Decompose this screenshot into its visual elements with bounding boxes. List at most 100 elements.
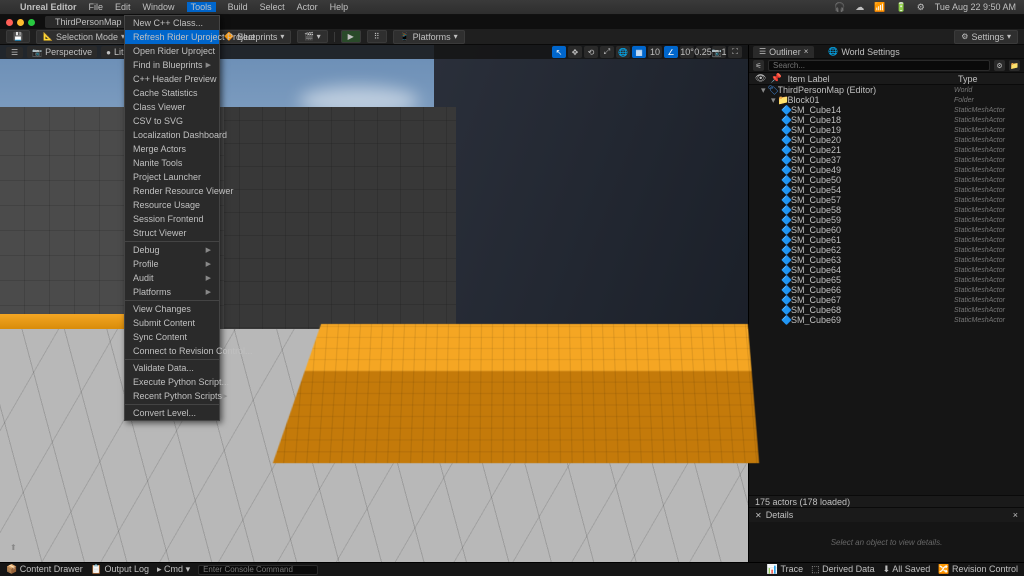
pin-column-icon[interactable]: 📌	[770, 73, 781, 84]
eye-column-icon[interactable]: 👁	[755, 73, 766, 84]
tools-menu-item[interactable]: Nanite Tools	[125, 156, 219, 170]
outliner-row[interactable]: ▾🏷ThirdPersonMap (Editor)World	[749, 85, 1024, 95]
select-tool[interactable]: ↖	[552, 46, 566, 58]
tools-menu-item[interactable]: CSV to SVG	[125, 114, 219, 128]
outliner-row[interactable]: 🔷SM_Cube63StaticMeshActor	[749, 255, 1024, 265]
axis-gizmo[interactable]: ⬆	[10, 543, 17, 552]
outliner-tree[interactable]: ▾🏷ThirdPersonMap (Editor)World▾📁Block01F…	[749, 85, 1024, 495]
coord-space-toggle[interactable]: 🌐	[616, 46, 630, 58]
outliner-row[interactable]: 🔷SM_Cube67StaticMeshActor	[749, 295, 1024, 305]
world-settings-tab[interactable]: 🌐 World Settings	[822, 46, 905, 58]
tools-menu-item[interactable]: View Changes	[125, 302, 219, 316]
tools-menu-item[interactable]: Debug▶	[125, 243, 219, 257]
tools-menu-item[interactable]: New C++ Class...	[125, 16, 219, 30]
outliner-tab[interactable]: ☰ Outliner ×	[753, 46, 814, 58]
tools-menu-item[interactable]: Profile▶	[125, 257, 219, 271]
outliner-row[interactable]: 🔷SM_Cube65StaticMeshActor	[749, 275, 1024, 285]
column-type[interactable]: Type	[958, 74, 1018, 84]
tools-menu-item[interactable]: Submit Content	[125, 316, 219, 330]
menu-actor[interactable]: Actor	[297, 2, 318, 12]
tools-menu-item[interactable]: Refresh Rider Uproject Project	[125, 30, 219, 44]
outliner-row[interactable]: 🔷SM_Cube21StaticMeshActor	[749, 145, 1024, 155]
tools-menu-item[interactable]: Connect to Revision Control...	[125, 344, 219, 358]
tools-menu-item[interactable]: Resource Usage	[125, 198, 219, 212]
outliner-row[interactable]: 🔷SM_Cube64StaticMeshActor	[749, 265, 1024, 275]
tools-menu-item[interactable]: Execute Python Script...	[125, 375, 219, 389]
clock[interactable]: Tue Aug 22 9:50 AM	[935, 2, 1016, 12]
menu-select[interactable]: Select	[260, 2, 285, 12]
save-status[interactable]: ⬇ All Saved	[883, 564, 931, 575]
tools-menu-item[interactable]: Session Frontend	[125, 212, 219, 226]
column-item-label[interactable]: Item Label	[788, 74, 830, 84]
grid-snap-value[interactable]: 10	[648, 46, 662, 58]
filter-button[interactable]: ⚟	[753, 60, 764, 71]
wifi-icon[interactable]: 📶	[874, 2, 885, 13]
play-button[interactable]: ▶	[341, 30, 361, 43]
output-log-button[interactable]: 📋 Output Log	[91, 564, 149, 575]
outliner-row[interactable]: 🔷SM_Cube54StaticMeshActor	[749, 185, 1024, 195]
maximize-window-button[interactable]	[28, 19, 35, 26]
control-center-icon[interactable]: ⚙	[917, 2, 925, 13]
outliner-row[interactable]: 🔷SM_Cube60StaticMeshActor	[749, 225, 1024, 235]
outliner-row[interactable]: 🔷SM_Cube37StaticMeshActor	[749, 155, 1024, 165]
tools-menu-item[interactable]: Validate Data...	[125, 361, 219, 375]
tools-menu-item[interactable]: Render Resource Viewer	[125, 184, 219, 198]
move-tool[interactable]: ✥	[568, 46, 582, 58]
angle-snap-toggle[interactable]: ∠	[664, 46, 678, 58]
outliner-row[interactable]: 🔷SM_Cube14StaticMeshActor	[749, 105, 1024, 115]
content-drawer-button[interactable]: 📦 Content Drawer	[6, 564, 83, 575]
outliner-row[interactable]: 🔷SM_Cube19StaticMeshActor	[749, 125, 1024, 135]
play-options-button[interactable]: ⠿	[367, 30, 387, 43]
options-button[interactable]: ⚙	[994, 60, 1005, 71]
tools-menu-item[interactable]: C++ Header Preview	[125, 72, 219, 86]
outliner-row[interactable]: 🔷SM_Cube62StaticMeshActor	[749, 245, 1024, 255]
viewport-menu-button[interactable]: ☰	[6, 47, 23, 58]
console-input[interactable]	[198, 565, 318, 575]
cinematics-button[interactable]: 🎬 ▾	[297, 30, 327, 43]
menu-help[interactable]: Help	[330, 2, 349, 12]
save-button[interactable]: 💾	[6, 30, 30, 43]
camera-speed[interactable]: 📷 1	[712, 46, 726, 58]
cmd-dropdown[interactable]: ▸ Cmd ▾	[157, 564, 190, 575]
tools-menu-item[interactable]: Merge Actors	[125, 142, 219, 156]
app-name[interactable]: Unreal Editor	[20, 2, 77, 12]
battery-icon[interactable]: 🔋	[895, 2, 906, 13]
outliner-row[interactable]: 🔷SM_Cube59StaticMeshActor	[749, 215, 1024, 225]
outliner-row[interactable]: 🔷SM_Cube20StaticMeshActor	[749, 135, 1024, 145]
tools-menu-item[interactable]: Find in Blueprints▶	[125, 58, 219, 72]
tools-menu-item[interactable]: Open Rider Uproject	[125, 44, 219, 58]
outliner-row[interactable]: 🔷SM_Cube50StaticMeshActor	[749, 175, 1024, 185]
outliner-row[interactable]: ▾📁Block01Folder	[749, 95, 1024, 105]
menu-tools[interactable]: Tools	[187, 2, 216, 12]
tools-menu-item[interactable]: Platforms▶	[125, 285, 219, 299]
scale-tool[interactable]: ⤢	[600, 46, 614, 58]
outliner-row[interactable]: 🔷SM_Cube68StaticMeshActor	[749, 305, 1024, 315]
perspective-dropdown[interactable]: 📷 Perspective	[27, 46, 97, 58]
tools-menu-item[interactable]: Struct Viewer	[125, 226, 219, 240]
outliner-row[interactable]: 🔷SM_Cube49StaticMeshActor	[749, 165, 1024, 175]
tools-menu-item[interactable]: Project Launcher	[125, 170, 219, 184]
viewport[interactable]: ⬆ ☰ 📷 Perspective ● Lit Show ↖ ✥ ⟲ ⤢ 🌐 ▦…	[0, 45, 748, 562]
folder-button[interactable]: 📁	[1009, 60, 1020, 71]
settings-button[interactable]: ⚙ Settings ▾	[954, 30, 1018, 44]
tools-menu-item[interactable]: Sync Content	[125, 330, 219, 344]
revision-control-button[interactable]: 🔀 Revision Control	[938, 564, 1018, 575]
tools-menu-item[interactable]: Localization Dashboard	[125, 128, 219, 142]
tools-menu-item[interactable]: Cache Statistics	[125, 86, 219, 100]
rotate-tool[interactable]: ⟲	[584, 46, 598, 58]
tools-menu-item[interactable]: Convert Level...	[125, 406, 219, 420]
level-tab[interactable]: ThirdPersonMap	[45, 16, 132, 28]
tools-menu-item[interactable]: Recent Python Scripts▶	[125, 389, 219, 403]
outliner-row[interactable]: 🔷SM_Cube66StaticMeshActor	[749, 285, 1024, 295]
angle-snap-value[interactable]: 10°	[680, 46, 694, 58]
tools-menu-item[interactable]: Class Viewer	[125, 100, 219, 114]
maximize-viewport[interactable]: ⛶	[728, 46, 742, 58]
tools-menu-item[interactable]: Audit▶	[125, 271, 219, 285]
outliner-row[interactable]: 🔷SM_Cube58StaticMeshActor	[749, 205, 1024, 215]
headphones-icon[interactable]: 🎧	[834, 2, 845, 13]
outliner-row[interactable]: 🔷SM_Cube57StaticMeshActor	[749, 195, 1024, 205]
cloud-icon[interactable]: ☁	[855, 2, 864, 13]
menu-build[interactable]: Build	[228, 2, 248, 12]
menu-window[interactable]: Window	[143, 2, 175, 12]
scale-snap-value[interactable]: 0.25	[696, 46, 710, 58]
